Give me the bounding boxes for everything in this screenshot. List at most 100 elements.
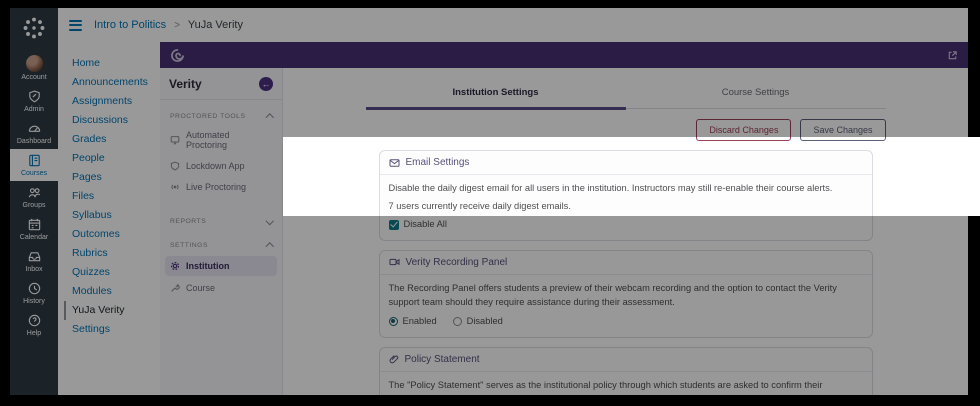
course-nav-syllabus[interactable]: Syllabus	[72, 206, 160, 225]
sidebar-item-label: Help	[26, 330, 42, 337]
course-nav-home[interactable]: Home	[72, 54, 160, 73]
sidebar-item-label: Dashboard	[16, 138, 52, 145]
inbox-tray-icon	[28, 252, 40, 262]
shield-icon	[170, 161, 180, 171]
nav-item-label: Institution	[186, 260, 230, 271]
sidebar-item-history[interactable]: History	[10, 277, 58, 309]
verity-body: Verity ← PROCTORED TOOLS Automated Proct…	[160, 68, 968, 395]
canvas-app-window: Account Admin Dashboard Courses Groups C…	[10, 8, 968, 395]
course-nav-people[interactable]: People	[72, 149, 160, 168]
verity-sidebar-header: Verity ←	[160, 68, 282, 100]
email-settings-desc: Disable the daily digest email for all u…	[388, 183, 833, 193]
sidebar-item-label: Courses	[20, 170, 48, 177]
collapse-back-button[interactable]: ←	[259, 77, 273, 91]
breadcrumb-bar: Intro to Politics > YuJa Verity	[58, 8, 968, 43]
radio-unselected-icon	[452, 317, 462, 327]
chevron-up-icon	[265, 242, 274, 251]
settings-actions: Discard Changes Save Changes	[366, 119, 886, 141]
screenshot-stage: Account Admin Dashboard Courses Groups C…	[0, 0, 980, 406]
discard-changes-button[interactable]: Discard Changes	[696, 119, 792, 141]
video-camera-icon	[389, 259, 399, 266]
nav-live-proctoring[interactable]: Live Proctoring	[160, 177, 282, 198]
sidebar-item-inbox[interactable]: Inbox	[10, 245, 58, 277]
policy-statement-body: The "Policy Statement" serves as the ins…	[380, 372, 872, 395]
course-nav-rubrics[interactable]: Rubrics	[72, 244, 160, 263]
settings-tabs: Institution Settings Course Settings	[365, 80, 886, 110]
disable-all-checkbox-row[interactable]: Disable All	[388, 218, 863, 232]
checkbox-checked-icon[interactable]	[388, 219, 399, 230]
nav-institution[interactable]: Institution	[165, 255, 277, 276]
open-in-new-window-icon[interactable]	[947, 50, 958, 61]
verity-sidebar: Verity ← PROCTORED TOOLS Automated Proct…	[160, 68, 283, 395]
gauge-icon	[28, 125, 40, 132]
radio-enabled[interactable]: Enabled	[388, 315, 437, 329]
verity-top-bar	[160, 42, 968, 68]
course-nav-outcomes[interactable]: Outcomes	[72, 225, 160, 244]
nav-automated-proctoring[interactable]: Automated Proctoring	[160, 125, 282, 156]
people-icon	[28, 188, 40, 198]
recording-panel-desc: The Recording Panel offers students a pr…	[388, 282, 837, 307]
sidebar-item-label: Groups	[22, 202, 46, 209]
email-settings-card: Email Settings Disable the daily digest …	[378, 150, 873, 241]
sidebar-item-calendar[interactable]: Calendar	[10, 213, 58, 245]
sidebar-item-courses[interactable]: Courses	[10, 149, 58, 181]
sidebar-item-label: Calendar	[19, 234, 49, 241]
sidebar-item-label: History	[23, 298, 45, 305]
email-settings-header: Email Settings	[379, 151, 872, 175]
monitor-icon	[170, 136, 180, 145]
question-circle-icon	[28, 314, 40, 327]
avatar	[25, 55, 43, 72]
course-nav-discussions[interactable]: Discussions	[72, 111, 160, 130]
section-label: REPORTS	[170, 217, 207, 225]
course-nav-pages[interactable]: Pages	[72, 168, 160, 187]
tab-institution-settings[interactable]: Institution Settings	[365, 80, 626, 110]
section-label: SETTINGS	[170, 241, 208, 249]
verity-title: Verity	[169, 77, 202, 91]
course-nav-yuja-verity[interactable]: YuJa Verity	[64, 301, 160, 320]
sidebar-item-account[interactable]: Account	[10, 51, 58, 85]
broadcast-icon	[171, 184, 179, 190]
breadcrumb-separator: >	[174, 20, 181, 31]
hamburger-icon[interactable]	[69, 19, 82, 31]
radio-selected-icon	[388, 317, 398, 327]
tab-course-settings[interactable]: Course Settings	[626, 80, 886, 108]
sidebar-item-groups[interactable]: Groups	[10, 181, 58, 213]
sidebar-item-dashboard[interactable]: Dashboard	[10, 117, 58, 149]
email-settings-stat: 7 users currently receive daily digest e…	[388, 200, 571, 211]
radio-label: Enabled	[402, 315, 437, 326]
course-nav-modules[interactable]: Modules	[72, 282, 160, 301]
course-nav-files[interactable]: Files	[72, 187, 160, 206]
policy-statement-desc: The "Policy Statement" serves as the ins…	[388, 379, 823, 395]
section-proctored-tools[interactable]: PROCTORED TOOLS	[160, 100, 282, 125]
breadcrumb: Intro to Politics > YuJa Verity	[94, 19, 243, 31]
section-reports[interactable]: REPORTS	[160, 206, 282, 230]
recording-panel-card: Verity Recording Panel The Recording Pan…	[378, 249, 873, 338]
yuja-logo-icon	[170, 48, 185, 63]
course-nav-quizzes[interactable]: Quizzes	[72, 263, 160, 282]
chevron-up-icon	[265, 113, 274, 122]
nav-item-label: Automated Proctoring	[186, 130, 230, 150]
paperclip-icon	[389, 355, 398, 364]
shield-pen-icon	[28, 90, 40, 103]
sidebar-item-label: Inbox	[25, 266, 43, 273]
course-nav-grades[interactable]: Grades	[72, 130, 160, 149]
chevron-down-icon	[265, 216, 274, 225]
course-nav-announcements[interactable]: Announcements	[72, 73, 160, 92]
card-title: Verity Recording Panel	[405, 256, 508, 268]
sidebar-item-label: Account	[21, 74, 47, 81]
gear-icon	[170, 261, 180, 270]
sidebar-item-help[interactable]: Help	[10, 309, 58, 341]
nav-item-label: Lockdown App	[186, 161, 245, 171]
canvas-logo-icon[interactable]	[21, 15, 47, 46]
save-changes-button[interactable]: Save Changes	[800, 119, 886, 141]
radio-disabled[interactable]: Disabled	[452, 315, 503, 329]
sidebar-item-admin[interactable]: Admin	[10, 85, 58, 117]
calendar-icon	[28, 218, 40, 231]
breadcrumb-course-link[interactable]: Intro to Politics	[94, 19, 166, 31]
course-nav-settings[interactable]: Settings	[72, 320, 160, 339]
course-nav-assignments[interactable]: Assignments	[72, 92, 160, 111]
nav-course[interactable]: Course	[160, 278, 282, 299]
breadcrumb-current: YuJa Verity	[187, 19, 243, 31]
nav-lockdown-app[interactable]: Lockdown App	[160, 156, 282, 177]
section-settings[interactable]: SETTINGS	[160, 229, 282, 254]
